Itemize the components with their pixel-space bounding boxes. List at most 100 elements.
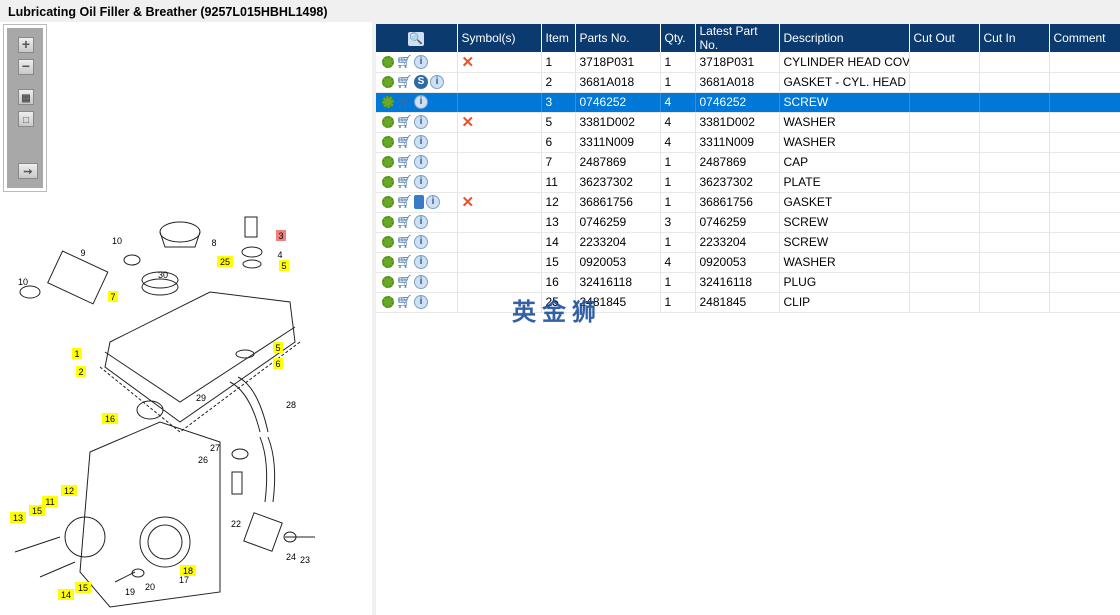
callout-label[interactable]: 27 <box>210 443 220 453</box>
gear-icon[interactable] <box>382 116 394 129</box>
callout-label[interactable]: 3 <box>278 231 283 241</box>
info-icon[interactable]: i <box>414 215 428 230</box>
gear-icon[interactable] <box>382 136 394 149</box>
table-row[interactable]: 🛒︎ i 3 0746252 4 0746252 SCREW <box>376 92 1120 113</box>
info-icon[interactable]: i <box>414 135 428 150</box>
cart-icon[interactable]: 🛒︎ <box>396 155 413 168</box>
column-header[interactable]: Description <box>779 24 910 52</box>
callout-label[interactable]: 2 <box>78 367 83 377</box>
callout-label[interactable]: 6 <box>275 359 280 369</box>
callout-label[interactable]: 9 <box>80 248 85 258</box>
callout-label[interactable]: 24 <box>286 552 296 562</box>
gear-icon[interactable] <box>382 56 394 69</box>
info-icon[interactable]: i <box>414 255 428 270</box>
zoom-out-button[interactable]: − <box>18 59 34 75</box>
callout-label[interactable]: 28 <box>286 400 296 410</box>
column-header[interactable]: Parts No. <box>575 24 661 52</box>
actual-size-button[interactable]: □ <box>18 111 34 127</box>
callout-label[interactable]: 26 <box>198 455 208 465</box>
callout-label[interactable]: 30 <box>158 270 168 280</box>
column-header[interactable]: Cut In <box>979 24 1050 52</box>
info-icon[interactable]: i <box>426 195 440 210</box>
gear-icon[interactable] <box>382 76 394 89</box>
info-icon[interactable]: i <box>414 115 428 130</box>
export-button[interactable]: ➙ <box>18 163 38 179</box>
table-row[interactable]: 🛒︎ i 6 3311N009 4 3311N009 WASHER <box>376 132 1120 153</box>
table-row[interactable]: 🛒︎ i 7 2487869 1 2487869 CAP <box>376 152 1120 173</box>
column-header[interactable]: Item <box>541 24 576 52</box>
column-header[interactable]: Symbol(s) <box>457 24 542 52</box>
table-row[interactable]: 🛒︎ i ✕ 1 3718P031 1 3718P031 CYLINDER HEA… <box>376 52 1120 73</box>
gear-icon[interactable] <box>382 196 394 209</box>
column-header[interactable]: Qty. <box>660 24 696 52</box>
cart-icon[interactable]: 🛒︎ <box>396 95 413 108</box>
table-row[interactable]: 🛒︎ i 16 32416118 1 32416118 PLUG <box>376 272 1120 293</box>
cart-icon[interactable]: 🛒︎ <box>396 115 413 128</box>
info-icon[interactable]: i <box>430 75 444 90</box>
info-icon[interactable]: i <box>414 95 428 110</box>
callout-label[interactable]: 4 <box>277 250 282 260</box>
callout-label[interactable]: 25 <box>220 257 230 267</box>
info-icon[interactable]: i <box>414 175 428 190</box>
gear-icon[interactable] <box>382 236 394 249</box>
table-row[interactable]: 🛒︎ i 11 36237302 1 36237302 PLATE <box>376 172 1120 193</box>
gear-icon[interactable] <box>382 276 394 289</box>
book-icon[interactable] <box>414 195 424 210</box>
gear-icon[interactable] <box>382 256 394 269</box>
gear-icon[interactable] <box>382 96 394 109</box>
callout-label[interactable]: 1 <box>74 349 79 359</box>
callout-label[interactable]: 22 <box>231 519 241 529</box>
fit-all-button[interactable]: ▦ <box>18 89 34 105</box>
table-row[interactable]: 🛒︎ i 15 0920053 4 0920053 WASHER <box>376 252 1120 273</box>
column-header[interactable]: Cut Out <box>909 24 980 52</box>
cart-icon[interactable]: 🛒︎ <box>396 215 413 228</box>
callout-label[interactable]: 10 <box>112 236 122 246</box>
cart-icon[interactable]: 🛒︎ <box>396 255 413 268</box>
table-row[interactable]: 🛒︎ i ✕ 5 3381D002 4 3381D002 WASHER <box>376 112 1120 133</box>
search-column-header[interactable]: 🔍 <box>376 24 458 52</box>
zoom-in-button[interactable]: + <box>18 37 34 53</box>
table-row[interactable]: 🛒︎ i 14 2233204 1 2233204 SCREW <box>376 232 1120 253</box>
table-row[interactable]: 🛒︎ i 13 0746259 3 0746259 SCREW <box>376 212 1120 233</box>
info-icon[interactable]: i <box>414 55 428 70</box>
info-icon[interactable]: i <box>414 235 428 250</box>
info-icon[interactable]: i <box>414 155 428 170</box>
callout-label[interactable]: 14 <box>61 590 71 600</box>
gear-icon[interactable] <box>382 216 394 229</box>
callout-label[interactable]: 19 <box>125 587 135 597</box>
table-row[interactable]: 🛒︎ Si 2 3681A018 1 3681A018 GASKET - CYL.… <box>376 72 1120 93</box>
callout-label[interactable]: 5 <box>275 343 280 353</box>
cart-icon[interactable]: 🛒︎ <box>396 175 413 188</box>
callout-label[interactable]: 5 <box>281 261 286 271</box>
info-icon[interactable]: i <box>414 295 428 310</box>
parts-diagram[interactable]: 3810925453010712562928162726121115132224… <box>0 192 372 615</box>
callout-label[interactable]: 29 <box>196 393 206 403</box>
callout-label[interactable]: 15 <box>78 583 88 593</box>
gear-icon[interactable] <box>382 296 394 309</box>
info-icon[interactable]: i <box>414 275 428 290</box>
callout-label[interactable]: 11 <box>45 497 54 507</box>
cart-icon[interactable]: 🛒︎ <box>396 295 413 308</box>
callout-label[interactable]: 10 <box>18 277 28 287</box>
callout-label[interactable]: 23 <box>300 555 310 565</box>
callout-label[interactable]: 15 <box>32 506 42 516</box>
callout-label[interactable]: 8 <box>211 238 216 248</box>
table-row[interactable]: 🛒︎ i 25 2481845 1 2481845 CLIP <box>376 292 1120 313</box>
cart-icon[interactable]: 🛒︎ <box>396 75 413 88</box>
supersession-icon[interactable]: S <box>414 75 428 90</box>
callout-label[interactable]: 20 <box>145 582 155 592</box>
callout-label[interactable]: 7 <box>110 292 115 302</box>
column-header[interactable]: Latest Part No. <box>695 24 780 52</box>
cart-icon[interactable]: 🛒︎ <box>396 135 413 148</box>
gear-icon[interactable] <box>382 156 394 169</box>
callout-label[interactable]: 16 <box>105 414 115 424</box>
table-row[interactable]: 🛒︎ i ✕ 12 36861756 1 36861756 GASKET <box>376 192 1120 213</box>
cart-icon[interactable]: 🛒︎ <box>396 275 413 288</box>
cart-icon[interactable]: 🛒︎ <box>396 195 413 208</box>
callout-label[interactable]: 17 <box>179 575 189 585</box>
cart-icon[interactable]: 🛒︎ <box>396 55 413 68</box>
gear-icon[interactable] <box>382 176 394 189</box>
column-header[interactable]: Comment <box>1049 24 1120 52</box>
callout-label[interactable]: 12 <box>64 486 74 496</box>
callout-label[interactable]: 13 <box>13 513 23 523</box>
